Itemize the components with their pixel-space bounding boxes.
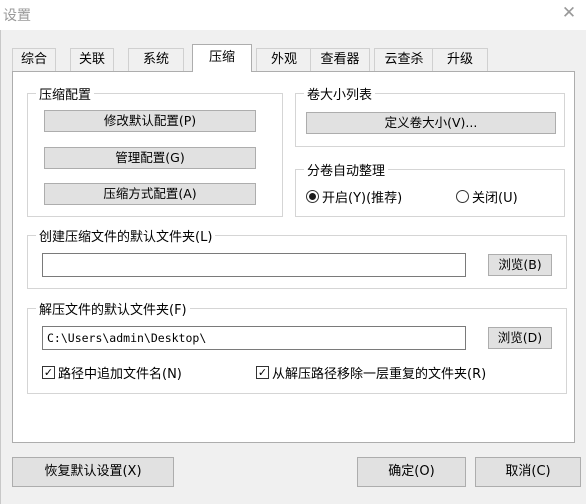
window-title: 设置	[3, 8, 31, 24]
tab-appearance[interactable]: 外观	[256, 48, 312, 72]
tab-system[interactable]: 系统	[128, 48, 184, 72]
remove-duplicate-folder-label: 从解压路径移除一层重复的文件夹(R)	[272, 367, 487, 382]
tab-viewer[interactable]: 查看器	[310, 48, 370, 72]
cancel-button[interactable]: 取消(C)	[475, 457, 581, 487]
restore-defaults-button[interactable]: 恢复默认设置(X)	[12, 457, 174, 487]
checkbox-checked-icon: ✓	[42, 366, 55, 379]
volume-auto-on-radio[interactable]: 开启(Y)(推荐)	[306, 187, 402, 206]
tab-panel-compress: 压缩配置 修改默认配置(P) 管理配置(G) 压缩方式配置(A) 卷大小列表 定…	[12, 71, 575, 443]
remove-duplicate-folder-checkbox[interactable]: ✓ 从解压路径移除一层重复的文件夹(R)	[256, 363, 486, 382]
browse-extract-folder-button[interactable]: 浏览(D)	[488, 327, 552, 349]
tab-cloud-scan[interactable]: 云查杀	[374, 48, 434, 72]
default-folder-legend: 创建压缩文件的默认文件夹(L)	[36, 226, 216, 245]
volume-list-group: 卷大小列表 定义卷大小(V)...	[295, 84, 565, 147]
volume-auto-off-label: 关闭(U)	[472, 191, 518, 206]
tab-general[interactable]: 综合	[12, 48, 56, 72]
define-volume-size-button[interactable]: 定义卷大小(V)...	[306, 112, 556, 134]
browse-default-folder-button[interactable]: 浏览(B)	[488, 254, 552, 276]
modify-default-config-button[interactable]: 修改默认配置(P)	[44, 110, 256, 132]
compress-config-group: 压缩配置 修改默认配置(P) 管理配置(G) 压缩方式配置(A)	[27, 84, 283, 217]
close-icon[interactable]: ✕	[558, 2, 580, 24]
volume-auto-on-label: 开启(Y)(推荐)	[322, 191, 403, 206]
volume-auto-off-radio[interactable]: 关闭(U)	[456, 187, 518, 206]
append-filename-checkbox[interactable]: ✓ 路径中追加文件名(N)	[42, 363, 182, 382]
tab-upgrade[interactable]: 升级	[432, 48, 488, 72]
tab-association[interactable]: 关联	[70, 48, 114, 72]
default-folder-group: 创建压缩文件的默认文件夹(L) 浏览(B)	[27, 226, 567, 289]
radio-selected-icon	[306, 190, 319, 203]
extract-folder-legend: 解压文件的默认文件夹(F)	[36, 299, 190, 318]
volume-auto-legend: 分卷自动整理	[304, 160, 389, 179]
ok-button[interactable]: 确定(O)	[357, 457, 466, 487]
radio-unselected-icon	[456, 190, 469, 203]
title-bar: 设置 ✕	[0, 0, 586, 30]
compress-method-config-button[interactable]: 压缩方式配置(A)	[44, 183, 256, 205]
default-folder-input[interactable]	[42, 253, 466, 277]
tab-compress[interactable]: 压缩	[192, 44, 252, 72]
extract-folder-group: 解压文件的默认文件夹(F) C:\Users\admin\Desktop\ 浏览…	[27, 299, 567, 394]
compress-config-legend: 压缩配置	[36, 84, 95, 103]
volume-auto-group: 分卷自动整理 开启(Y)(推荐) 关闭(U)	[295, 160, 565, 217]
append-filename-label: 路径中追加文件名(N)	[58, 367, 182, 382]
extract-folder-input[interactable]: C:\Users\admin\Desktop\	[42, 326, 466, 350]
checkbox-checked-icon: ✓	[256, 366, 269, 379]
manage-config-button[interactable]: 管理配置(G)	[44, 147, 256, 169]
volume-list-legend: 卷大小列表	[304, 84, 376, 103]
